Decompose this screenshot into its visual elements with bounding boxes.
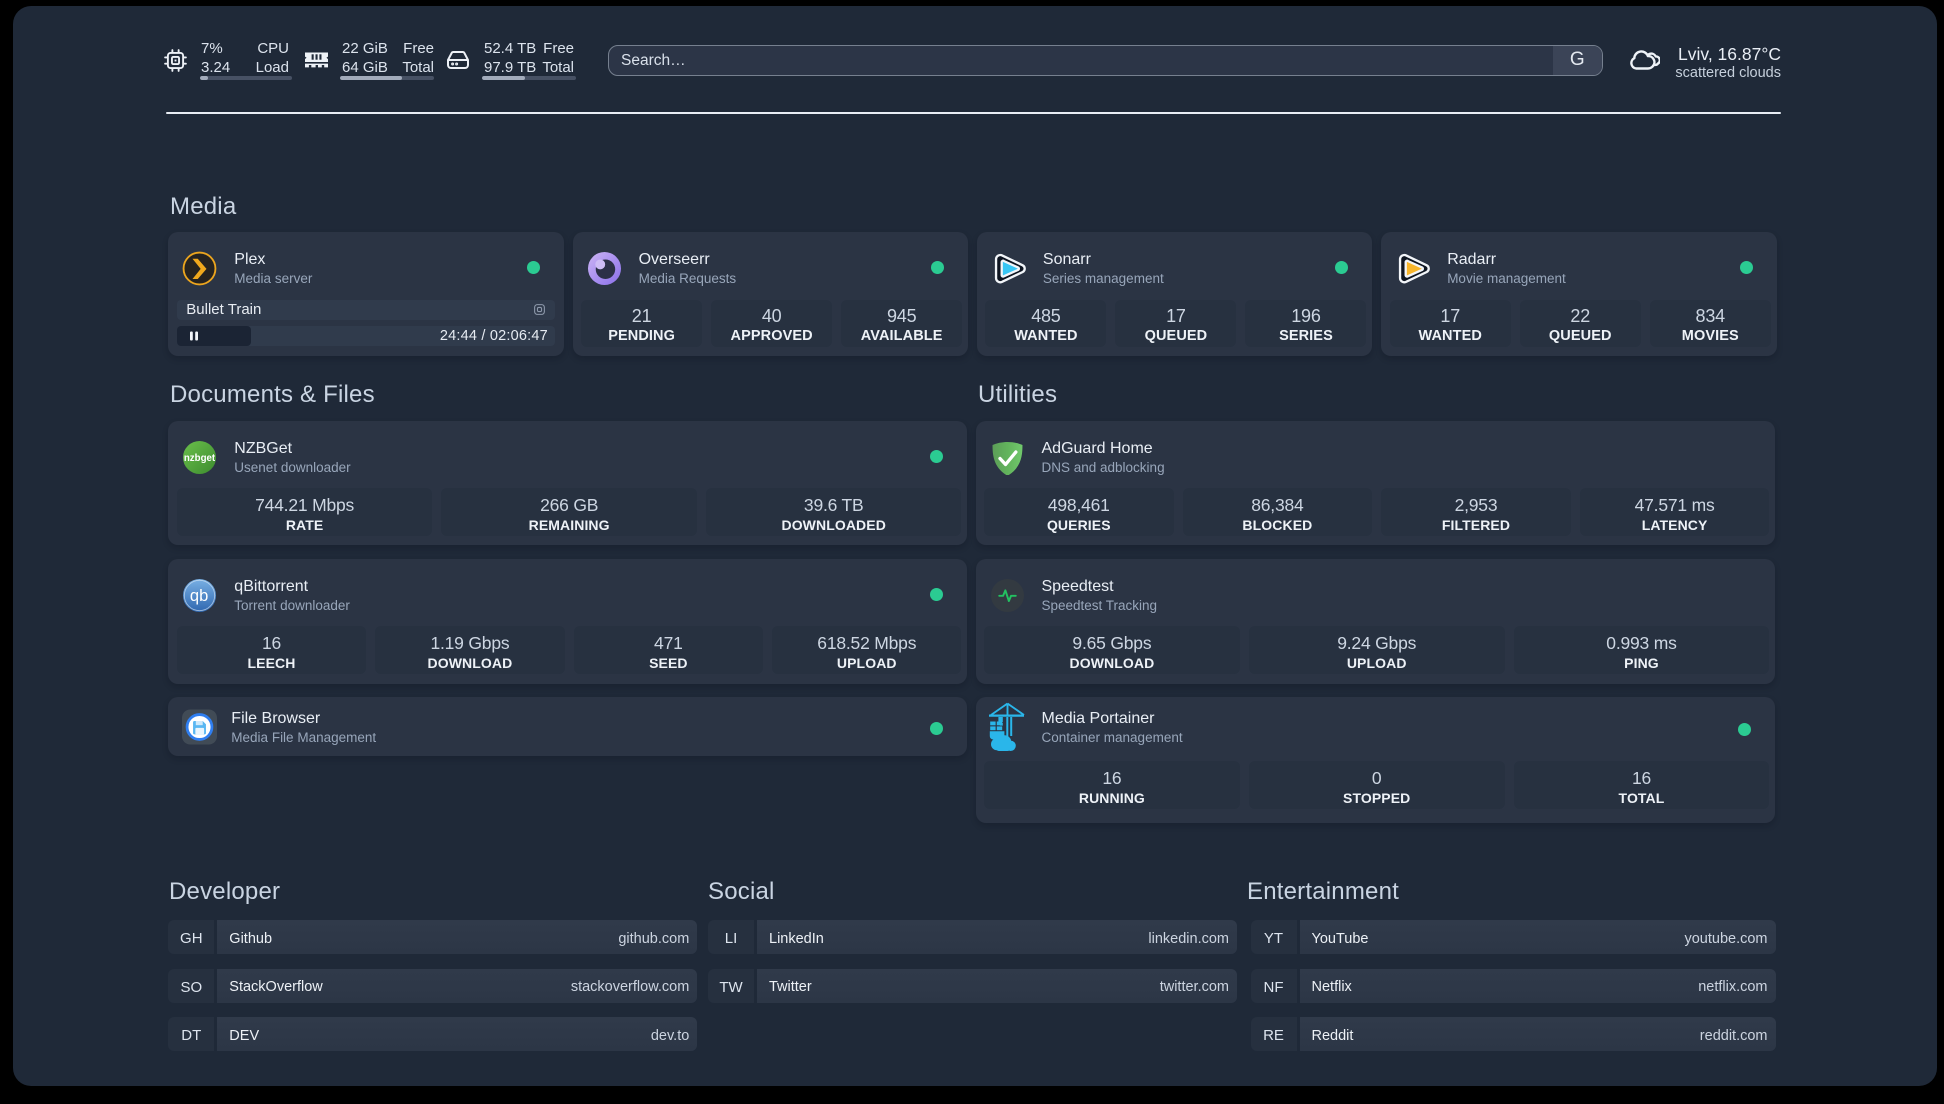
svg-text:nzbget: nzbget: [184, 453, 216, 464]
svg-text:qb: qb: [190, 586, 208, 605]
